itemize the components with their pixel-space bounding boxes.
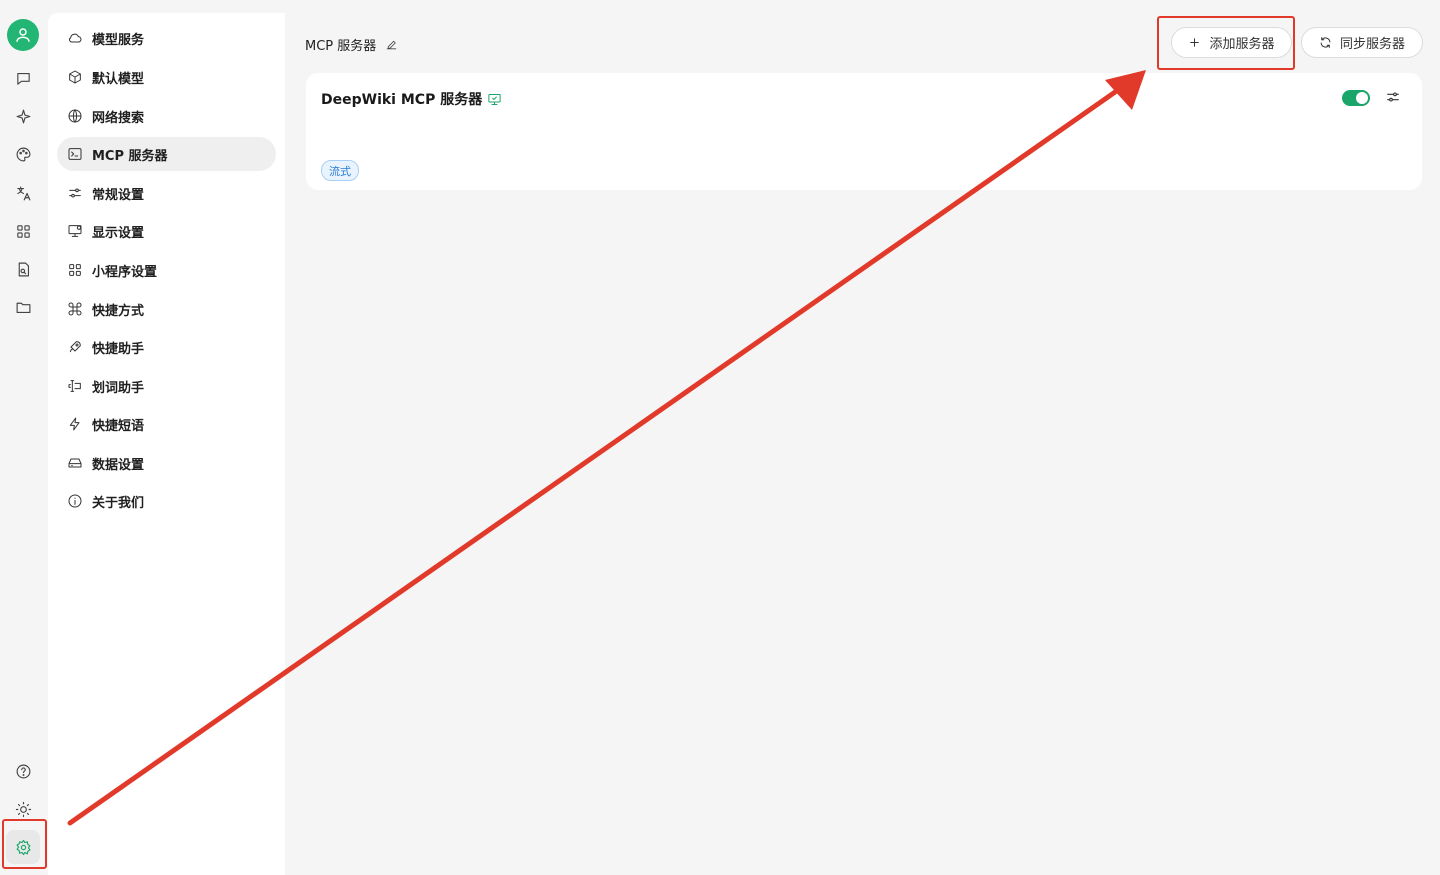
text-cursor-icon xyxy=(67,378,83,394)
add-server-label: 添加服务器 xyxy=(1209,37,1275,52)
menu-item-display-settings[interactable]: 显示设置 xyxy=(57,214,276,248)
command-icon xyxy=(67,301,83,317)
menu-item-model-service[interactable]: 模型服务 xyxy=(57,21,276,55)
grid-icon xyxy=(67,262,83,278)
menu-item-label: MCP 服务器 xyxy=(92,148,168,164)
sync-servers-label: 同步服务器 xyxy=(1339,37,1405,52)
menu-item-shortcuts[interactable]: 快捷方式 xyxy=(57,292,276,326)
gear-icon xyxy=(16,839,30,855)
user-avatar[interactable] xyxy=(7,19,39,51)
monitor-icon xyxy=(67,223,83,239)
main-panel: MCP 服务器 添加服务器 同步服务器 DeepWiki MCP 服务器 流式 xyxy=(285,13,1440,875)
hard-drive-icon xyxy=(67,455,83,471)
rail-translate-button[interactable] xyxy=(8,178,38,208)
user-icon xyxy=(16,28,30,42)
server-type-tag: 流式 xyxy=(321,160,359,181)
rail-paint-button[interactable] xyxy=(8,139,38,169)
menu-item-quick-phrases[interactable]: 快捷短语 xyxy=(57,407,276,441)
settings-menu: 模型服务 默认模型 网络搜索 MCP 服务器 常规设置 显示设置 小程序设置 快… xyxy=(48,13,285,875)
menu-item-label: 快捷助手 xyxy=(92,341,145,357)
rail-help-button[interactable] xyxy=(8,756,38,786)
menu-item-label: 小程序设置 xyxy=(92,264,158,280)
translate-icon xyxy=(16,186,30,200)
server-enable-toggle[interactable] xyxy=(1342,90,1370,106)
server-card[interactable]: DeepWiki MCP 服务器 流式 xyxy=(306,73,1422,190)
menu-item-label: 网络搜索 xyxy=(92,110,145,126)
edit-icon[interactable] xyxy=(385,38,398,51)
rail-theme-button[interactable] xyxy=(8,794,38,824)
add-server-button[interactable]: 添加服务器 xyxy=(1171,27,1292,58)
folder-icon xyxy=(16,302,30,313)
menu-item-data-settings[interactable]: 数据设置 xyxy=(57,446,276,480)
toggle-knob xyxy=(1356,92,1368,104)
terminal-icon xyxy=(67,146,83,162)
menu-item-about[interactable]: 关于我们 xyxy=(57,484,276,518)
rail-agents-button[interactable] xyxy=(8,101,38,131)
menu-item-general-settings[interactable]: 常规设置 xyxy=(57,176,276,210)
apps-grid-icon xyxy=(16,224,30,238)
zap-icon xyxy=(67,416,83,432)
help-circle-icon xyxy=(16,764,30,778)
sliders-icon xyxy=(67,185,83,201)
server-card-title: DeepWiki MCP 服务器 xyxy=(321,89,502,109)
chat-icon xyxy=(16,72,30,85)
rail-files-button[interactable] xyxy=(8,254,38,284)
sync-servers-button[interactable]: 同步服务器 xyxy=(1301,27,1423,58)
menu-item-selection-assistant[interactable]: 划词助手 xyxy=(57,369,276,403)
rail-settings-button[interactable] xyxy=(6,830,40,864)
cloud-icon xyxy=(67,30,83,46)
menu-item-label: 模型服务 xyxy=(92,32,145,48)
menu-item-default-model[interactable]: 默认模型 xyxy=(57,60,276,94)
icon-rail xyxy=(0,0,47,875)
server-settings-button[interactable] xyxy=(1385,89,1401,105)
page-title: MCP 服务器 xyxy=(305,35,398,54)
rocket-icon xyxy=(67,339,83,355)
plus-icon xyxy=(1190,38,1200,47)
menu-item-miniapp-settings[interactable]: 小程序设置 xyxy=(57,253,276,287)
rail-chat-button[interactable] xyxy=(8,63,38,93)
page-title-text: MCP 服务器 xyxy=(305,39,377,54)
monitor-check-icon xyxy=(488,93,501,105)
menu-item-label: 快捷短语 xyxy=(92,418,145,434)
menu-item-label: 快捷方式 xyxy=(92,303,145,319)
menu-item-label: 数据设置 xyxy=(92,457,145,473)
cube-icon xyxy=(67,69,83,85)
menu-item-mcp-servers[interactable]: MCP 服务器 xyxy=(57,137,276,171)
menu-item-label: 默认模型 xyxy=(92,71,145,87)
menu-item-quick-assistant[interactable]: 快捷助手 xyxy=(57,330,276,364)
rail-folder-button[interactable] xyxy=(8,292,38,322)
sun-icon xyxy=(15,801,31,817)
refresh-icon xyxy=(1320,37,1331,48)
menu-item-label: 显示设置 xyxy=(92,225,145,241)
menu-item-label: 关于我们 xyxy=(92,495,145,511)
file-search-icon xyxy=(18,262,29,276)
menu-item-web-search[interactable]: 网络搜索 xyxy=(57,99,276,133)
sliders-icon xyxy=(1387,92,1399,102)
rail-apps-button[interactable] xyxy=(8,216,38,246)
menu-item-label: 常规设置 xyxy=(92,187,145,203)
globe-icon xyxy=(67,108,83,124)
server-name: DeepWiki MCP 服务器 xyxy=(321,92,483,108)
palette-icon xyxy=(16,147,30,161)
menu-item-label: 划词助手 xyxy=(92,380,145,396)
sparkle-icon xyxy=(16,109,30,123)
info-icon xyxy=(67,493,83,509)
